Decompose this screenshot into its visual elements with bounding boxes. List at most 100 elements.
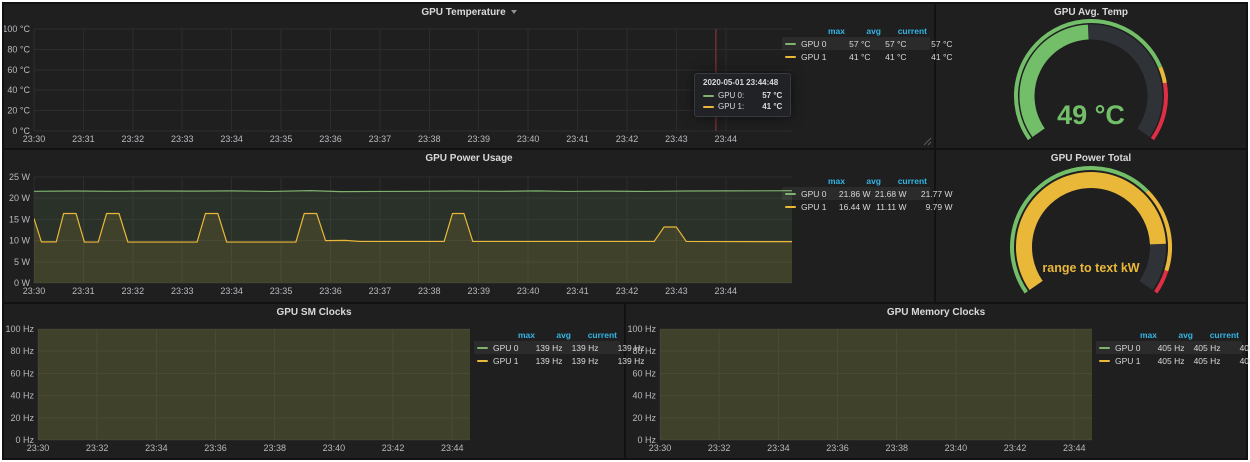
y-axis-tick: 60 °C <box>7 65 30 75</box>
legend-series-gpu-1[interactable]: GPU 1 <box>1099 356 1141 366</box>
tooltip-timestamp: 2020-05-01 23:44:48 <box>703 78 782 87</box>
legend-value: 139 Hz <box>519 343 563 353</box>
legend-header-avg[interactable]: avg <box>1157 330 1193 340</box>
y-axis-tick: 15 W <box>9 214 31 224</box>
legend-header-row: maxavgcurrent <box>1096 328 1242 341</box>
x-axis-tick: 23:44 <box>715 134 738 144</box>
legend-value: 405 Hz <box>1221 343 1250 353</box>
y-axis-tick: 25 W <box>9 172 31 182</box>
x-axis-tick: 23:32 <box>708 443 731 453</box>
y-axis-tick: 100 Hz <box>5 324 34 334</box>
panel-title-text: GPU Memory Clocks <box>887 307 985 318</box>
legend-row: GPU 021.86 W21.68 W21.77 W <box>782 187 930 200</box>
legend-value: 9.79 W <box>907 202 953 212</box>
series-line <box>34 191 792 192</box>
legend-header-avg[interactable]: avg <box>845 176 881 186</box>
legend-header-row: maxavgcurrent <box>782 24 930 37</box>
tooltip-row: GPU 1:41 °C <box>703 101 782 112</box>
legend-value: 405 Hz <box>1141 356 1185 366</box>
legend-header-max[interactable]: max <box>1113 330 1157 340</box>
legend-value: 57 °C <box>827 39 871 49</box>
legend-header-row: maxavgcurrent <box>474 328 620 341</box>
legend-header-current[interactable]: current <box>881 26 927 36</box>
gauge-value-text: range to text kW <box>1042 261 1139 275</box>
panel-resize-handle[interactable] <box>923 137 932 146</box>
panel-gpu-avg-temp: GPU Avg. Temp 49 °C <box>936 4 1246 148</box>
x-axis-tick: 23:41 <box>566 286 589 296</box>
series-color-dash <box>703 95 714 97</box>
x-axis-tick: 23:43 <box>665 286 688 296</box>
panel-title-gpu-memory-clocks[interactable]: GPU Memory Clocks <box>626 305 1246 320</box>
y-axis-tick: 20 °C <box>7 106 30 116</box>
legend-header-max[interactable]: max <box>491 330 535 340</box>
series-color-dash <box>785 193 796 195</box>
panel-gpu-power-usage: GPU Power Usage 0 W5 W10 W15 W20 W25 W23… <box>4 150 934 302</box>
legend-header-current[interactable]: current <box>881 176 927 186</box>
legend-value: 139 Hz <box>599 343 645 353</box>
x-axis-tick: 23:44 <box>1063 443 1086 453</box>
legend-header-current[interactable]: current <box>1193 330 1239 340</box>
legend-row: GPU 1139 Hz139 Hz139 Hz <box>474 354 620 367</box>
panel-title-gpu-power-total[interactable]: GPU Power Total <box>936 151 1246 166</box>
legend-header-max[interactable]: max <box>801 176 845 186</box>
series-color-dash <box>1099 347 1110 349</box>
y-axis-tick: 100 Hz <box>627 324 656 334</box>
legend-value: 139 Hz <box>563 356 599 366</box>
y-axis-tick: 5 W <box>14 257 31 267</box>
x-axis-tick: 23:42 <box>616 286 639 296</box>
x-axis-tick: 23:44 <box>715 286 738 296</box>
panel-gpu-sm-clocks: GPU SM Clocks 0 Hz20 Hz40 Hz60 Hz80 Hz10… <box>4 304 624 458</box>
x-axis-tick: 23:31 <box>72 286 95 296</box>
series-color-dash <box>785 43 796 45</box>
legend-header-current[interactable]: current <box>571 330 617 340</box>
legend-header-avg[interactable]: avg <box>535 330 571 340</box>
panel-title-gpu-avg-temp[interactable]: GPU Avg. Temp <box>936 5 1246 20</box>
y-axis-tick: 20 W <box>9 193 31 203</box>
legend-row: GPU 141 °C41 °C41 °C <box>782 50 930 63</box>
y-axis-tick: 40 Hz <box>10 391 34 401</box>
y-axis-tick: 60 Hz <box>632 368 656 378</box>
legend-series-gpu-0[interactable]: GPU 0 <box>785 39 827 49</box>
gauge-value-text: 49 °C <box>1057 100 1125 130</box>
legend-row: GPU 1405 Hz405 Hz405 Hz <box>1096 354 1242 367</box>
y-axis-tick: 20 Hz <box>632 413 656 423</box>
panel-title-gpu-temperature[interactable]: GPU Temperature <box>4 5 934 20</box>
x-axis-tick: 23:35 <box>270 134 293 144</box>
legend-header-avg[interactable]: avg <box>845 26 881 36</box>
legend-series-gpu-1[interactable]: GPU 1 <box>785 52 827 62</box>
x-axis-tick: 23:39 <box>467 134 490 144</box>
gpu-power-usage-legend: maxavgcurrentGPU 021.86 W21.68 W21.77 WG… <box>782 174 930 213</box>
panel-gpu-power-total: GPU Power Total range to text kW <box>936 150 1246 302</box>
x-axis-tick: 23:37 <box>369 134 392 144</box>
legend-series-gpu-0[interactable]: GPU 0 <box>477 343 519 353</box>
series-color-dash <box>703 106 714 108</box>
x-axis-tick: 23:34 <box>145 443 168 453</box>
x-axis-tick: 23:31 <box>72 134 95 144</box>
y-axis-tick: 20 Hz <box>10 413 34 423</box>
legend-value: 41 °C <box>871 52 907 62</box>
legend-series-gpu-0[interactable]: GPU 0 <box>1099 343 1141 353</box>
legend-series-gpu-1[interactable]: GPU 1 <box>477 356 519 366</box>
x-axis-tick: 23:30 <box>27 443 50 453</box>
legend-row: GPU 057 °C57 °C57 °C <box>782 37 930 50</box>
y-axis-tick: 100 °C <box>4 24 30 34</box>
series-color-dash <box>785 206 796 208</box>
legend-value: 21.86 W <box>827 189 871 199</box>
tooltip-series-name: GPU 0: <box>718 91 744 100</box>
series-color-dash <box>785 56 796 58</box>
gauge-threshold-segment <box>1160 67 1165 83</box>
legend-value: 16.44 W <box>827 202 871 212</box>
gpu-power-usage-chart[interactable]: 0 W5 W10 W15 W20 W25 W23:3023:3123:3223:… <box>4 150 934 302</box>
panel-title-text: GPU Avg. Temp <box>1054 7 1128 18</box>
legend-series-gpu-0[interactable]: GPU 0 <box>785 189 827 199</box>
panel-title-gpu-sm-clocks[interactable]: GPU SM Clocks <box>4 305 624 320</box>
gpu-avg-temp-gauge: 49 °C <box>936 4 1246 148</box>
x-axis-tick: 23:36 <box>319 134 342 144</box>
legend-header-max[interactable]: max <box>801 26 845 36</box>
x-axis-tick: 23:33 <box>171 134 194 144</box>
x-axis-tick: 23:39 <box>467 286 490 296</box>
legend-series-gpu-1[interactable]: GPU 1 <box>785 202 827 212</box>
x-axis-tick: 23:34 <box>220 286 243 296</box>
series-color-dash <box>477 347 488 349</box>
panel-title-gpu-power-usage[interactable]: GPU Power Usage <box>4 151 934 166</box>
